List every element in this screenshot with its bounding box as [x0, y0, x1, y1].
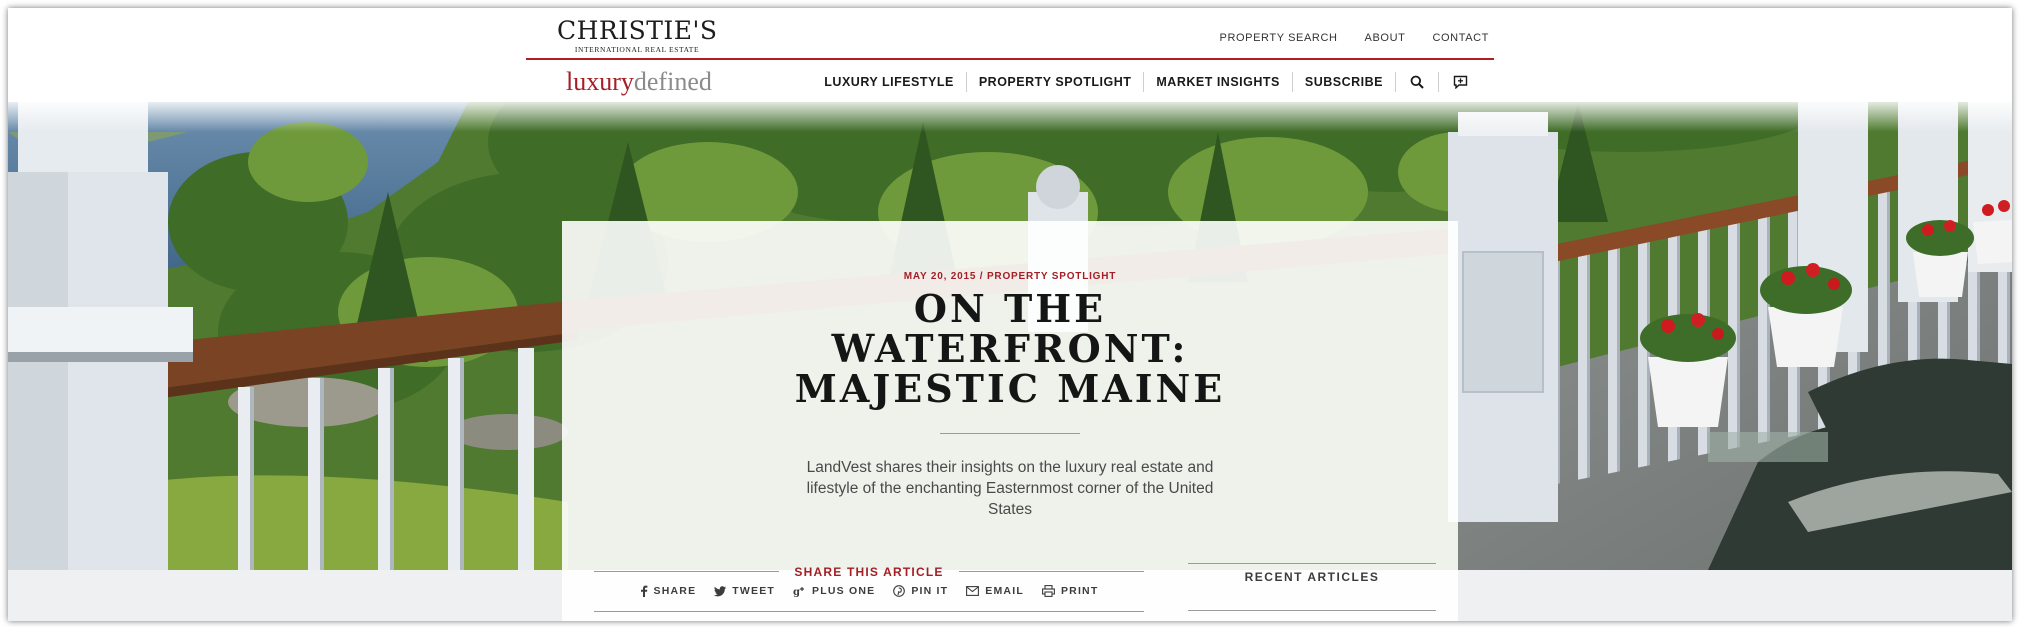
share-label-email: EMAIL — [985, 585, 1024, 597]
article-dek: LandVest shares their insights on the lu… — [806, 459, 1214, 518]
share-label: SHARE THIS ARTICLE — [594, 563, 1144, 581]
article-card: MAY 20, 2015 / PROPERTY SPOTLIGHT ON THE… — [562, 221, 1458, 621]
svg-text:g: g — [793, 587, 801, 597]
share-label-plus-one: PLUS ONE — [812, 585, 876, 597]
nav-market-insights[interactable]: MARKET INSIGHTS — [1143, 72, 1291, 92]
luxury-defined-logo[interactable]: luxurydefined — [566, 68, 712, 96]
nav-property-spotlight[interactable]: PROPERTY SPOTLIGHT — [965, 72, 1144, 92]
recent-articles-heading: RECENT ARTICLES — [1244, 570, 1380, 584]
brand-name: CHRISTIE'S — [557, 16, 718, 45]
nav-about[interactable]: ABOUT — [1365, 32, 1406, 44]
main-nav: LUXURY LIFESTYLE PROPERTY SPOTLIGHT MARK… — [812, 72, 1482, 92]
nav-luxury-lifestyle[interactable]: LUXURY LIFESTYLE — [812, 72, 966, 92]
print-icon — [1042, 585, 1055, 597]
top-nav: PROPERTY SEARCH ABOUT CONTACT — [1220, 32, 1489, 44]
share-label-share: SHARE — [653, 585, 697, 597]
sub-brand-part1: luxury — [566, 67, 634, 96]
recent-divider — [1188, 610, 1436, 611]
title-line-1: ON THE — [913, 286, 1107, 331]
share-label-pin-it: PIN IT — [911, 585, 949, 597]
nav-subscribe[interactable]: SUBSCRIBE — [1291, 72, 1395, 92]
title-divider — [940, 433, 1080, 434]
share-divider — [594, 611, 1144, 612]
facebook-icon — [640, 585, 647, 597]
recent-divider-top — [1188, 563, 1436, 564]
nav-contact[interactable]: CONTACT — [1432, 32, 1489, 44]
brand-subtitle: INTERNATIONAL REAL ESTATE — [574, 45, 700, 54]
header-divider — [526, 58, 1494, 60]
google-plus-icon: g — [793, 587, 805, 597]
share-print-button[interactable]: PRINT — [1042, 585, 1099, 597]
share-bar: SHARE TWEET g PLUS ONE PIN IT EMAIL PRIN… — [594, 585, 1144, 597]
share-label-tweet: TWEET — [732, 585, 776, 597]
article-meta[interactable]: MAY 20, 2015 / PROPERTY SPOTLIGHT — [562, 271, 1458, 282]
browser-viewport: CHRISTIE'S INTERNATIONAL REAL ESTATE PRO… — [8, 8, 2012, 621]
share-label-print: PRINT — [1060, 585, 1099, 597]
share-label-text: SHARE THIS ARTICLE — [794, 565, 944, 579]
search-icon[interactable] — [1395, 72, 1438, 92]
share-twitter-button[interactable]: TWEET — [714, 585, 775, 597]
pinterest-icon — [893, 585, 906, 597]
share-googleplus-button[interactable]: g PLUS ONE — [793, 585, 875, 597]
title-line-3: MAJESTIC MAINE — [794, 366, 1226, 411]
share-email-button[interactable]: EMAIL — [966, 585, 1024, 597]
sub-brand-part2: defined — [633, 67, 712, 96]
share-pinterest-button[interactable]: PIN IT — [893, 585, 948, 597]
title-line-2: WATERFRONT: — [831, 326, 1189, 371]
comment-icon[interactable] — [1438, 72, 1482, 92]
twitter-icon — [714, 585, 727, 596]
site-header: CHRISTIE'S INTERNATIONAL REAL ESTATE PRO… — [8, 8, 2012, 102]
nav-property-search[interactable]: PROPERTY SEARCH — [1220, 32, 1338, 44]
share-facebook-button[interactable]: SHARE — [640, 585, 697, 597]
christies-logo[interactable]: CHRISTIE'S INTERNATIONAL REAL ESTATE — [557, 16, 718, 55]
article-title: ON THE WATERFRONT: MAJESTIC MAINE — [562, 289, 1458, 409]
email-icon — [966, 586, 980, 596]
